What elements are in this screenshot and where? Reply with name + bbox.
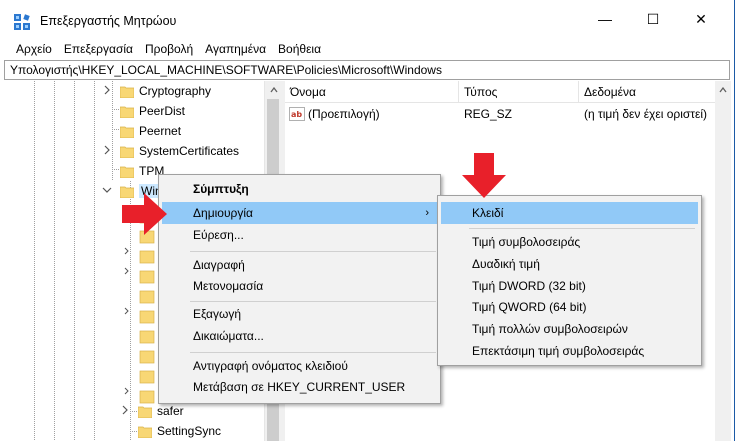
registry-editor-window: Επεξεργαστής Μητρώου — ☐ ✕ Αρχείο Επεξερ… — [0, 0, 735, 441]
chevron-down-icon[interactable] — [102, 185, 112, 195]
minimize-icon: — — [598, 11, 612, 27]
close-icon: ✕ — [695, 10, 707, 27]
context-menu: Σύμπτυξη Δημιουργία › Εύρεση... Διαγραφή… — [158, 174, 441, 404]
menu-item-permissions[interactable]: Δικαιώματα... — [162, 325, 437, 347]
column-header-data[interactable]: Δεδομένα — [579, 81, 715, 103]
menu-separator — [190, 352, 436, 353]
folder-icon — [120, 126, 134, 138]
folder-icon — [120, 106, 134, 118]
menu-help[interactable]: Βοήθεια — [272, 38, 327, 60]
menu-item-new-label: Δημιουργία — [193, 206, 253, 220]
tree-item-label: safer — [157, 404, 184, 418]
folder-icon — [120, 166, 134, 178]
value-name: (Προεπιλογή) — [308, 107, 380, 121]
scroll-up-button[interactable] — [265, 81, 280, 98]
red-arrow-right-icon — [122, 193, 167, 235]
value-data: (η τιμή δεν έχει οριστεί) — [584, 107, 708, 121]
value-name-cell: ab (Προεπιλογή) — [285, 107, 459, 121]
menu-separator — [190, 251, 436, 252]
list-header: Όνομα Τύπος Δεδομένα — [285, 81, 715, 103]
folder-icon — [138, 406, 152, 418]
menu-favorites[interactable]: Αγαπημένα — [199, 38, 272, 60]
svg-text:ab: ab — [291, 110, 302, 119]
value-row[interactable]: ab (Προεπιλογή) REG_SZ (η τιμή δεν έχει … — [285, 104, 715, 124]
menu-separator — [469, 228, 695, 229]
menu-item-multi-string-value[interactable]: Τιμή πολλών συμβολοσειρών — [441, 318, 698, 340]
menu-item-new[interactable]: Δημιουργία › — [162, 202, 437, 224]
menu-item-binary-value[interactable]: Δυαδική τιμή — [441, 253, 698, 275]
minimize-button[interactable]: — — [582, 0, 628, 38]
tree-item-label: Cryptography — [139, 84, 212, 98]
maximize-icon: ☐ — [646, 10, 660, 27]
tree-item-label: SystemCertificates — [139, 144, 240, 158]
column-header-name[interactable]: Όνομα — [285, 81, 459, 103]
tree-item-label: Peernet — [139, 124, 182, 138]
submenu-arrow-icon: › — [425, 207, 429, 219]
folder-icon — [138, 426, 152, 438]
registry-editor-icon — [14, 14, 30, 30]
tree-item[interactable]: Peernet — [120, 121, 181, 141]
menu-item-goto-hkcu[interactable]: Μετάβαση σε HKEY_CURRENT_USER — [162, 376, 437, 398]
new-submenu: Κλειδί Τιμή συμβολοσειράς Δυαδική τιμή Τ… — [437, 195, 702, 366]
chevron-up-icon — [719, 86, 727, 92]
title-bar: Επεξεργαστής Μητρώου — ☐ ✕ — [0, 0, 734, 38]
menu-separator — [190, 301, 436, 302]
red-arrow-down-icon — [462, 153, 506, 198]
tree-item[interactable]: SettingSync — [138, 421, 221, 441]
folder-icon — [120, 86, 134, 98]
menu-item-export[interactable]: Εξαγωγή — [162, 303, 437, 325]
menu-item-new-key[interactable]: Κλειδί — [441, 202, 698, 224]
tree-item[interactable]: PeerDist — [120, 101, 185, 121]
tree-item-label: PeerDist — [139, 104, 186, 118]
chevron-right-icon[interactable] — [102, 145, 112, 155]
window-title: Επεξεργαστής Μητρώου — [40, 14, 177, 28]
maximize-button[interactable]: ☐ — [630, 0, 676, 38]
address-bar[interactable]: Υπολογιστής\HKEY_LOCAL_MACHINE\SOFTWARE\… — [4, 60, 730, 80]
folder-icon — [120, 146, 134, 158]
tree-item[interactable]: safer — [122, 401, 184, 421]
menu-bar: Αρχείο Επεξεργασία Προβολή Αγαπημένα Βοή… — [0, 38, 734, 60]
value-type: REG_SZ — [464, 107, 513, 121]
tree-item[interactable]: Cryptography — [104, 81, 212, 101]
menu-item-collapse[interactable]: Σύμπτυξη — [162, 178, 437, 200]
menu-item-qword-value[interactable]: Τιμή QWORD (64 bit) — [441, 296, 698, 318]
menu-item-copy-key-name[interactable]: Αντιγραφή ονόματος κλειδιού — [162, 355, 437, 377]
chevron-right-icon[interactable] — [120, 405, 130, 415]
menu-item-delete[interactable]: Διαγραφή — [162, 254, 437, 276]
list-scrollbar[interactable] — [715, 81, 731, 441]
menu-item-string-value[interactable]: Τιμή συμβολοσειράς — [441, 231, 698, 253]
menu-item-dword-value[interactable]: Τιμή DWORD (32 bit) — [441, 275, 698, 297]
scroll-up-button[interactable] — [715, 81, 731, 98]
close-button[interactable]: ✕ — [678, 0, 724, 38]
tree-item[interactable]: SystemCertificates — [104, 141, 240, 161]
tree-item-label: SettingSync — [157, 424, 222, 438]
chevron-right-icon[interactable] — [102, 85, 112, 95]
chevron-up-icon — [269, 86, 278, 92]
menu-view[interactable]: Προβολή — [139, 38, 199, 60]
menu-file[interactable]: Αρχείο — [10, 38, 58, 60]
menu-item-expandable-string-value[interactable]: Επεκτάσιμη τιμή συμβολοσειράς — [441, 340, 698, 362]
menu-item-rename[interactable]: Μετονομασία — [162, 275, 437, 297]
column-header-type[interactable]: Τύπος — [459, 81, 579, 103]
string-value-icon: ab — [289, 107, 305, 121]
menu-item-find[interactable]: Εύρεση... — [162, 224, 437, 246]
menu-edit[interactable]: Επεξεργασία — [58, 38, 139, 60]
